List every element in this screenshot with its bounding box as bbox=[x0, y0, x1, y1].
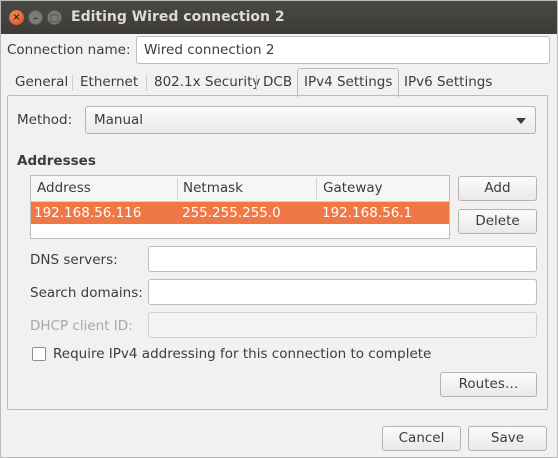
tab-ethernet[interactable]: Ethernet bbox=[74, 69, 144, 96]
tab-general[interactable]: General bbox=[9, 69, 74, 96]
search-domains-label: Search domains: bbox=[30, 285, 143, 301]
require-ipv4-checkbox[interactable] bbox=[32, 347, 46, 361]
maximize-icon: □ bbox=[49, 13, 60, 24]
chevron-down-icon bbox=[516, 118, 526, 124]
column-divider bbox=[177, 178, 178, 199]
delete-address-button[interactable]: Delete bbox=[458, 209, 537, 234]
method-label: Method: bbox=[17, 112, 73, 128]
close-window-button[interactable]: × bbox=[9, 10, 24, 25]
connection-name-input[interactable]: Wired connection 2 bbox=[136, 36, 550, 64]
window-title: Editing Wired connection 2 bbox=[71, 9, 285, 25]
cell-address: 192.168.56.116 bbox=[34, 205, 142, 221]
title-bar[interactable]: × – □ Editing Wired connection 2 bbox=[1, 1, 557, 34]
column-header-netmask[interactable]: Netmask bbox=[183, 180, 243, 196]
require-ipv4-label[interactable]: Require IPv4 addressing for this connect… bbox=[53, 346, 431, 362]
addresses-table-header: Address Netmask Gateway bbox=[31, 176, 449, 202]
cell-gateway: 192.168.56.1 bbox=[322, 205, 413, 221]
dns-servers-input[interactable] bbox=[148, 246, 537, 272]
column-divider bbox=[316, 178, 317, 199]
maximize-window-button[interactable]: □ bbox=[47, 10, 62, 25]
column-header-gateway[interactable]: Gateway bbox=[323, 180, 383, 196]
table-row[interactable]: 192.168.56.116 255.255.255.0 192.168.56.… bbox=[31, 202, 449, 224]
method-value: Manual bbox=[94, 112, 144, 128]
dhcp-client-id-label: DHCP client ID: bbox=[30, 318, 133, 334]
addresses-table[interactable]: Address Netmask Gateway 192.168.56.116 2… bbox=[30, 175, 450, 239]
connection-name-label: Connection name: bbox=[7, 42, 131, 58]
minimize-icon: – bbox=[33, 13, 38, 24]
dns-servers-label: DNS servers: bbox=[30, 252, 118, 268]
cell-netmask: 255.255.255.0 bbox=[182, 205, 281, 221]
addresses-heading: Addresses bbox=[17, 153, 96, 169]
method-select[interactable]: Manual bbox=[85, 106, 536, 134]
tab-divider bbox=[72, 75, 73, 91]
tab-8021x-security[interactable]: 802.1x Security bbox=[148, 69, 266, 96]
save-button[interactable]: Save bbox=[468, 426, 547, 451]
minimize-window-button[interactable]: – bbox=[28, 10, 43, 25]
tab-dcb[interactable]: DCB bbox=[257, 69, 298, 96]
close-icon: × bbox=[12, 12, 21, 23]
add-address-button[interactable]: Add bbox=[458, 176, 537, 201]
tab-ipv4-settings[interactable]: IPv4 Settings bbox=[297, 68, 400, 97]
tab-ipv6-settings[interactable]: IPv6 Settings bbox=[398, 69, 498, 96]
cancel-button[interactable]: Cancel bbox=[382, 426, 461, 451]
tab-divider bbox=[146, 75, 147, 91]
edit-connection-window: × – □ Editing Wired connection 2 Connect… bbox=[0, 0, 558, 458]
dhcp-client-id-input bbox=[148, 312, 537, 338]
search-domains-input[interactable] bbox=[148, 279, 537, 305]
routes-button[interactable]: Routes… bbox=[440, 372, 537, 397]
column-header-address[interactable]: Address bbox=[37, 180, 91, 196]
